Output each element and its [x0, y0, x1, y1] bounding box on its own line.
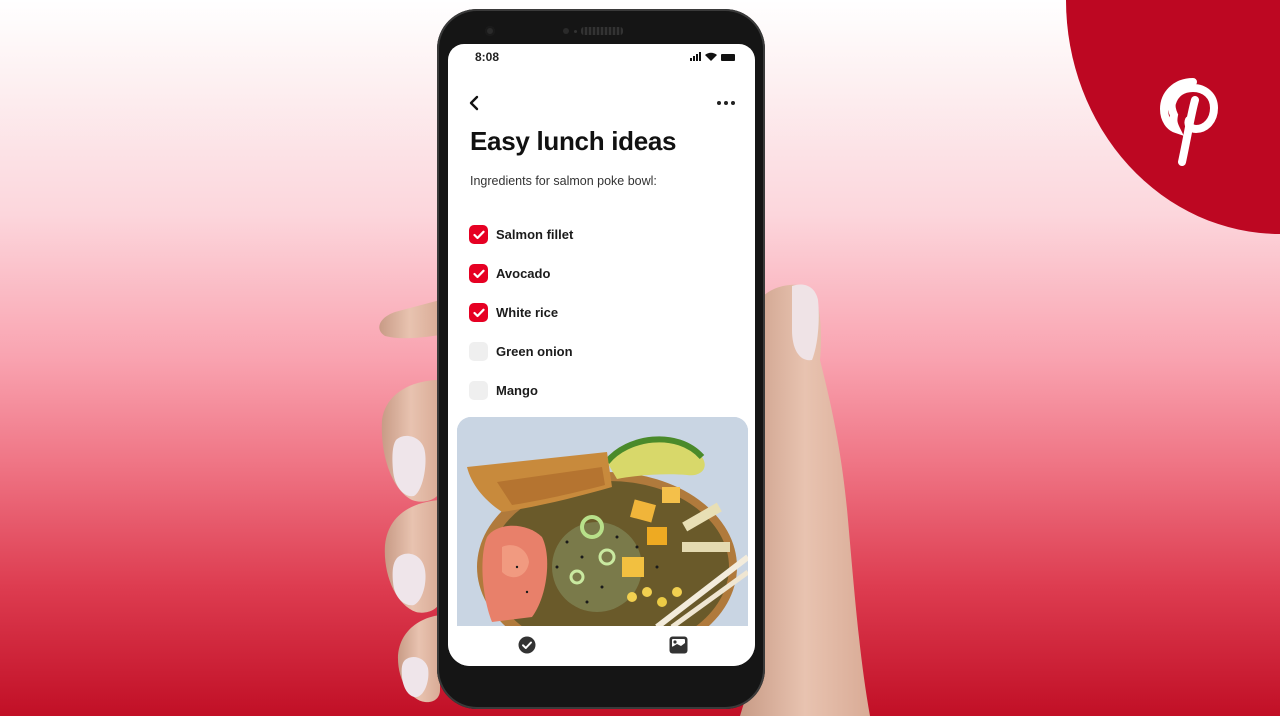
checkmark-icon [472, 269, 485, 278]
checkbox-unchecked[interactable] [469, 342, 488, 361]
checkbox-checked[interactable] [469, 303, 488, 322]
board-subtitle: Ingredients for salmon poke bowl: [470, 174, 657, 188]
sensor-icon [574, 30, 577, 33]
hand-finger [381, 380, 440, 502]
checklist-item-label: Avocado [496, 266, 551, 281]
checklist-item[interactable]: White rice [469, 293, 573, 332]
checkbox-unchecked[interactable] [469, 381, 488, 400]
speaker-grille [581, 27, 623, 35]
finger-nail [392, 435, 426, 497]
pinterest-brand-corner [1066, 0, 1280, 234]
more-options-button[interactable] [715, 94, 737, 112]
hand-finger [397, 615, 440, 703]
checklist-item[interactable]: Mango [469, 371, 573, 410]
ingredient-checklist: Salmon fillet Avocado White rice Green o… [469, 215, 573, 410]
hand-finger [384, 500, 440, 613]
more-horizontal-icon [724, 101, 728, 105]
checkbox-checked[interactable] [469, 225, 488, 244]
poke-bowl-illustration [457, 417, 748, 627]
thumb-nail [792, 284, 819, 361]
signal-icon [690, 52, 701, 61]
checklist-item[interactable]: Salmon fillet [469, 215, 573, 254]
status-time: 8:08 [475, 50, 500, 64]
checklist-item[interactable]: Avocado [469, 254, 573, 293]
status-bar: 8:08 [448, 44, 755, 70]
hand-finger [379, 300, 440, 339]
front-camera-icon [485, 26, 495, 36]
checkmark-icon [472, 230, 485, 239]
checklist-item-label: Mango [496, 383, 538, 398]
checklist-item-label: Green onion [496, 344, 573, 359]
wifi-icon [705, 52, 717, 61]
finger-nail [392, 553, 426, 606]
image-icon[interactable] [669, 636, 688, 654]
status-icons [690, 52, 735, 61]
phone-screen: 8:08 Easy lunch ideas Ingredients for sa… [448, 44, 755, 666]
battery-icon [721, 54, 735, 61]
phone-device: 8:08 Easy lunch ideas Ingredients for sa… [437, 9, 765, 709]
sensor-icon [563, 28, 569, 34]
nav-row [448, 90, 755, 118]
checklist-item[interactable]: Green onion [469, 332, 573, 371]
finger-nail [401, 656, 429, 698]
pinterest-logo-icon [1159, 78, 1219, 166]
checkbox-checked[interactable] [469, 264, 488, 283]
poke-bowl-image[interactable] [457, 417, 748, 627]
more-horizontal-icon [717, 101, 721, 105]
board-title: Easy lunch ideas [470, 126, 677, 156]
checklist-item-label: White rice [496, 305, 559, 320]
checkmark-icon [472, 308, 485, 317]
phone-top-bezel [437, 9, 765, 49]
chevron-left-icon[interactable] [466, 94, 484, 112]
more-horizontal-icon [731, 101, 735, 105]
check-circle-icon[interactable] [518, 636, 536, 654]
bottom-tab-bar [448, 626, 755, 666]
checklist-item-label: Salmon fillet [496, 227, 574, 242]
